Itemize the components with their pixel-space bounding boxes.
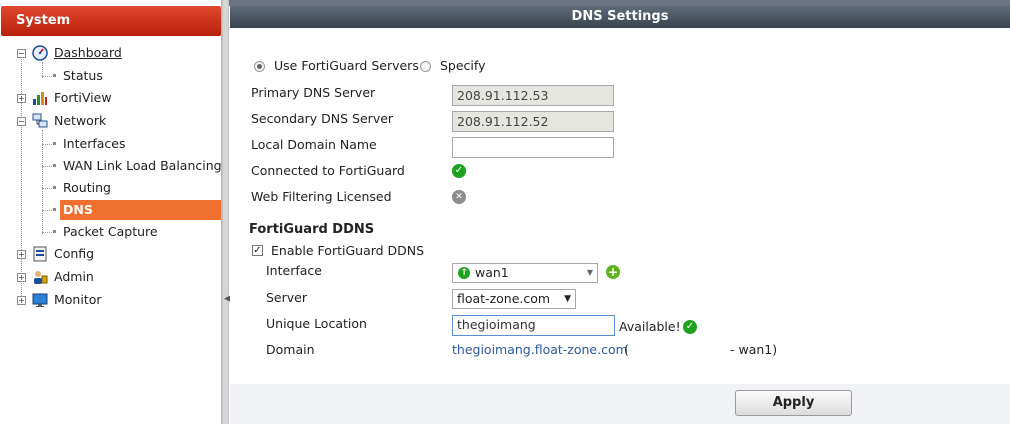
unique-location-field[interactable]: thegioimang	[452, 315, 615, 336]
sidebar-item-routing[interactable]: Routing	[63, 178, 111, 198]
domain-label: Domain	[266, 342, 315, 357]
sidebar-item-admin[interactable]: Admin	[54, 267, 94, 287]
tree-bullet	[53, 142, 56, 145]
tree-line	[42, 76, 52, 77]
local-domain-label: Local Domain Name	[251, 137, 377, 152]
sidebar-item-interfaces[interactable]: Interfaces	[63, 134, 125, 154]
enable-ddns-label: Enable FortiGuard DDNS	[271, 243, 425, 258]
admin-users-icon	[34, 271, 48, 284]
footer-bar: Apply	[230, 384, 1010, 424]
config-expand-toggle[interactable]: +	[17, 250, 26, 259]
fortiview-expand-toggle[interactable]: +	[17, 94, 26, 103]
tree-line	[42, 232, 52, 233]
domain-paren-open: (	[624, 342, 629, 357]
domain-link[interactable]: thegioimang.float-zone.com	[452, 342, 628, 357]
monitor-icon	[32, 293, 48, 307]
sidebar-item-network[interactable]: Network	[54, 111, 106, 131]
check-circle-icon: ✓	[683, 320, 697, 334]
unique-location-label: Unique Location	[266, 316, 367, 331]
chevron-down-icon: ▼	[586, 268, 593, 277]
interface-select-value: wan1	[475, 265, 509, 280]
page-title: DNS Settings	[230, 6, 1010, 28]
secondary-dns-field[interactable]: 208.91.112.52	[452, 111, 614, 132]
config-icon	[33, 246, 47, 262]
network-collapse-toggle[interactable]: −	[17, 117, 26, 126]
use-fortiguard-label: Use FortiGuard Servers	[274, 58, 419, 73]
collapse-arrow-icon[interactable]: ◀	[224, 292, 231, 306]
available-label: Available!	[619, 319, 681, 334]
dashboard-collapse-toggle[interactable]: −	[17, 49, 26, 58]
tree-bullet	[53, 208, 56, 211]
monitor-expand-toggle[interactable]: +	[17, 296, 26, 305]
tree-line	[42, 130, 43, 234]
interface-label: Interface	[266, 263, 322, 278]
sidebar-item-monitor[interactable]: Monitor	[54, 290, 102, 310]
tree-bullet	[53, 230, 56, 233]
local-domain-field[interactable]	[452, 137, 614, 158]
dashboard-gauge-icon	[32, 45, 48, 61]
sidebar-item-status[interactable]: Status	[63, 66, 103, 86]
tree-bullet	[53, 186, 56, 189]
primary-dns-field[interactable]: 208.91.112.53	[452, 85, 614, 106]
server-label: Server	[266, 290, 307, 305]
specify-label: Specify	[440, 58, 486, 73]
sidebar: System − Dashboard Status + FortiView − …	[0, 0, 222, 424]
tree-line	[42, 166, 52, 167]
sidebar-title: System	[1, 6, 221, 36]
primary-dns-label: Primary DNS Server	[251, 85, 376, 100]
panel-splitter[interactable]: ◀	[222, 0, 231, 424]
sidebar-item-packet-capture[interactable]: Packet Capture	[63, 222, 158, 242]
server-select[interactable]: float-zone.com ▼	[452, 289, 576, 309]
specify-radio[interactable]	[420, 61, 431, 72]
apply-button[interactable]: Apply	[735, 390, 852, 416]
tree-line	[42, 188, 52, 189]
interface-select[interactable]: ↑ wan1 ▼	[452, 263, 598, 283]
ddns-heading: FortiGuard DDNS	[249, 222, 375, 237]
dns-settings-form: Use FortiGuard Servers Specify Primary D…	[230, 28, 1010, 384]
chevron-down-icon: ▼	[564, 294, 571, 304]
enable-ddns-checkbox[interactable]: ✓	[252, 245, 263, 256]
secondary-dns-label: Secondary DNS Server	[251, 111, 394, 126]
sidebar-item-wan-link-load-balancing[interactable]: WAN Link Load Balancing	[63, 156, 222, 176]
add-icon[interactable]: +	[606, 265, 620, 279]
tree-line	[42, 210, 52, 211]
admin-expand-toggle[interactable]: +	[17, 273, 26, 282]
x-circle-icon: ✕	[452, 190, 466, 204]
check-circle-icon: ✓	[452, 164, 466, 178]
tree-bullet	[53, 164, 56, 167]
connected-label: Connected to FortiGuard	[251, 163, 405, 178]
tree-bullet	[53, 74, 56, 77]
sidebar-item-fortiview[interactable]: FortiView	[54, 88, 112, 108]
sidebar-item-dashboard[interactable]: Dashboard	[54, 43, 122, 63]
domain-suffix: - wan1)	[730, 342, 778, 357]
use-fortiguard-radio[interactable]	[254, 61, 265, 72]
tree-line	[21, 52, 22, 302]
sidebar-item-dns[interactable]: DNS	[60, 200, 221, 220]
bar-chart-icon	[33, 92, 47, 105]
sidebar-item-config[interactable]: Config	[54, 244, 94, 264]
tree-line	[42, 144, 52, 145]
interface-up-icon: ↑	[458, 267, 470, 279]
network-icon	[32, 113, 48, 128]
server-select-value: float-zone.com	[457, 291, 551, 306]
web-filtering-label: Web Filtering Licensed	[251, 189, 392, 204]
